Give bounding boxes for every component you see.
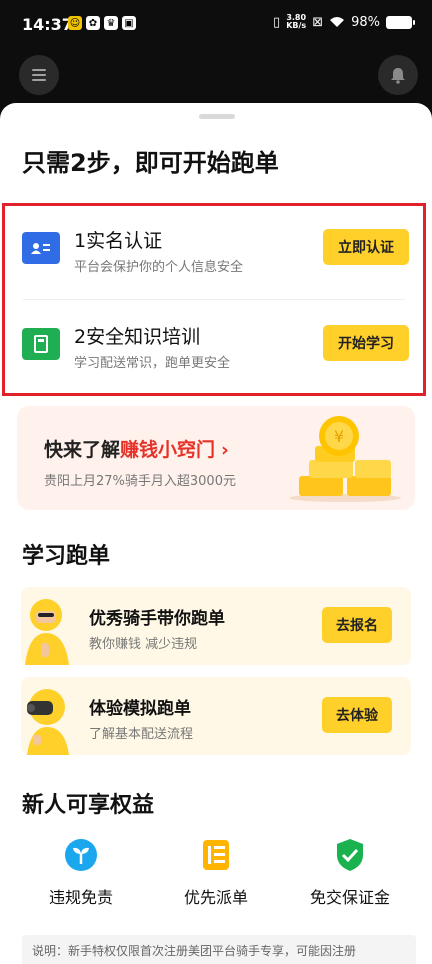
benefit-violation-exemption[interactable]: 违规免责 <box>21 838 141 908</box>
menu-icon <box>32 69 46 81</box>
vibrate-icon: ▯ <box>273 14 281 30</box>
notification-app-icon: ☺ <box>68 16 82 30</box>
step-identity-verification: 1实名认证 平台会保护你的个人信息安全 立即认证 <box>5 206 423 296</box>
svg-text:¥: ¥ <box>334 427 344 446</box>
grid-app-icon: ✿ <box>86 16 100 30</box>
step-subtitle: 学习配送常识，跑单更安全 <box>74 356 231 371</box>
card-title: 体验模拟跑单 <box>89 699 191 719</box>
start-learning-button[interactable]: 开始学习 <box>323 325 409 361</box>
page-title: 只需2步，即可开始跑单 <box>22 149 279 177</box>
battery-icon <box>386 15 415 29</box>
benefit-label: 免交保证金 <box>309 888 390 907</box>
net-speed: 3.80 KB/s <box>286 13 307 30</box>
promo-highlight: 赚钱小窍门 <box>120 439 216 461</box>
menu-button[interactable] <box>19 55 59 95</box>
learn-section-title: 学习跑单 <box>22 544 111 569</box>
store-app-icon: ▣ <box>122 16 136 30</box>
benefits-section-title: 新人可享权益 <box>22 793 155 818</box>
benefit-label: 违规免责 <box>48 888 113 907</box>
wifi-icon <box>330 17 345 27</box>
benefit-no-deposit[interactable]: 免交保证金 <box>290 838 410 908</box>
divider <box>23 299 405 300</box>
status-bar: 14:37 ☺ ✿ ♛ ▣ ▯ 3.80 KB/s ⊠ 98% <box>0 0 432 48</box>
sprout-icon <box>64 838 98 872</box>
promo-title: 快来了解赚钱小窍门 › <box>44 439 229 461</box>
step-subtitle: 平台会保护你的个人信息安全 <box>74 260 244 275</box>
disclaimer-note: 说明：新手特权仅限首次注册美团平台骑手专享，可能因注册 <box>22 935 416 964</box>
id-card-icon <box>22 232 60 264</box>
sheet-drag-handle[interactable] <box>199 114 235 119</box>
card-title: 优秀骑手带你跑单 <box>89 609 225 629</box>
crown-app-icon: ♛ <box>104 16 118 30</box>
card-subtitle: 教你赚钱 减少违规 <box>89 637 198 652</box>
chevron-right-icon: › <box>221 439 229 461</box>
notification-button[interactable] <box>378 55 418 95</box>
benefit-priority-dispatch[interactable]: 优先派单 <box>156 838 276 908</box>
earning-tips-banner[interactable]: 快来了解赚钱小窍门 › 贵阳上月27%骑手月入超3000元 ¥ <box>17 406 415 510</box>
promo-subtitle: 贵阳上月27%骑手月入超3000元 <box>44 474 236 489</box>
step-title: 1实名认证 <box>74 230 163 252</box>
simulation-card[interactable]: 体验模拟跑单 了解基本配送流程 去体验 <box>21 677 411 755</box>
verify-now-button[interactable]: 立即认证 <box>323 229 409 265</box>
status-right: ▯ 3.80 KB/s ⊠ 98% <box>273 13 415 30</box>
step-title: 2安全知识培训 <box>74 326 201 348</box>
benefit-label: 优先派单 <box>183 888 248 907</box>
gold-coins-illustration: ¥ <box>289 416 401 502</box>
try-now-button[interactable]: 去体验 <box>322 697 392 733</box>
mentor-card[interactable]: 优秀骑手带你跑单 教你赚钱 减少违规 去报名 <box>21 587 411 665</box>
onboarding-sheet: 只需2步，即可开始跑单 1实名认证 平台会保护你的个人信息安全 立即认证 2安全… <box>0 103 432 964</box>
vr-rider-avatar <box>27 689 69 755</box>
card-subtitle: 了解基本配送流程 <box>89 727 194 742</box>
steps-panel: 1实名认证 平台会保护你的个人信息安全 立即认证 2安全知识培训 学习配送常识，… <box>2 203 426 396</box>
notification-icons: ☺ ✿ ♛ ▣ <box>68 16 136 30</box>
status-time: 14:37 <box>22 15 73 34</box>
sign-up-button[interactable]: 去报名 <box>322 607 392 643</box>
rider-mentor-avatar <box>25 599 69 665</box>
book-icon <box>22 328 60 360</box>
shield-check-icon <box>333 838 367 872</box>
map-header <box>0 48 432 104</box>
battery-text: 98% <box>351 14 380 30</box>
nfc-icon: ⊠ <box>312 14 324 30</box>
priority-list-icon <box>199 838 233 872</box>
bell-icon <box>391 68 405 84</box>
step-safety-training: 2安全知识培训 学习配送常识，跑单更安全 开始学习 <box>5 302 423 392</box>
